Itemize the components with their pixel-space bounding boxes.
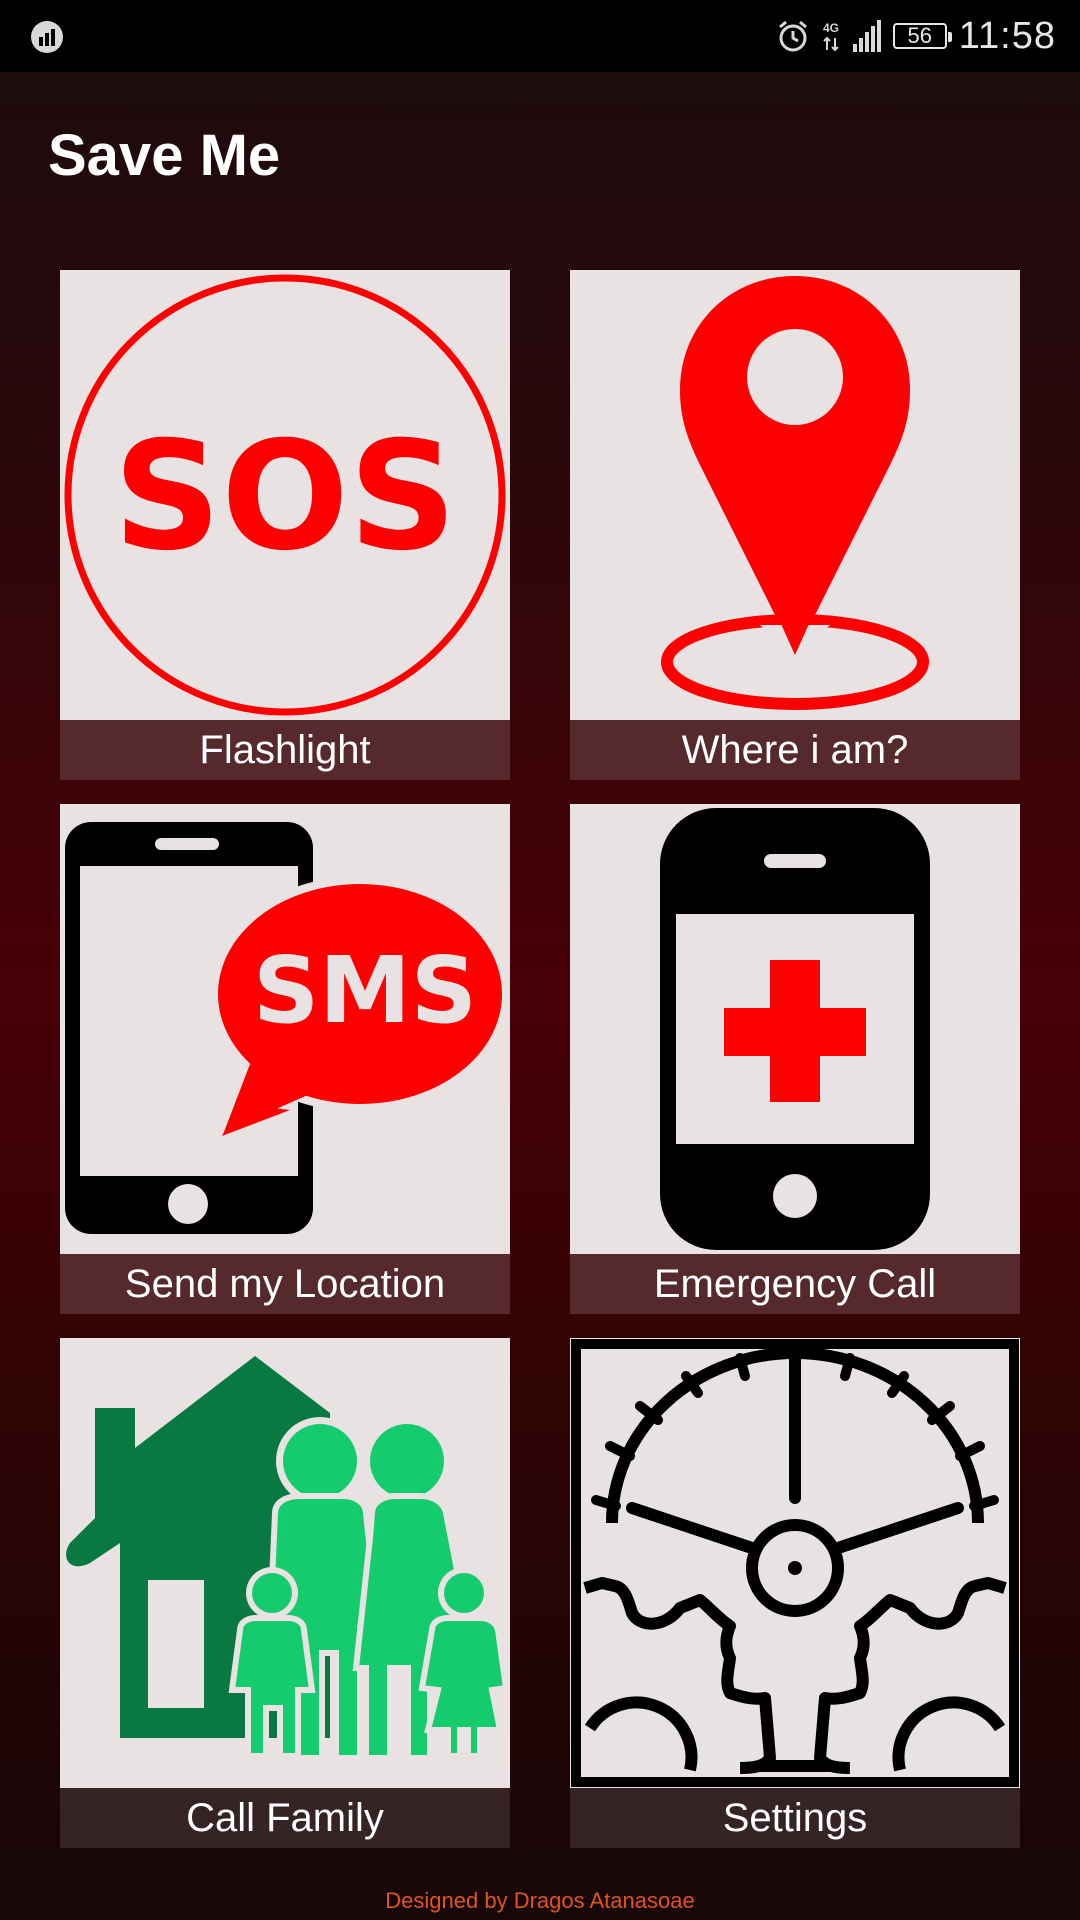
status-time: 11:58: [958, 14, 1056, 57]
flashlight-button[interactable]: SOS Flashlight: [60, 270, 510, 780]
app-title: Save Me: [48, 123, 281, 188]
footer-credit: Designed by Dragos Atanasoae: [385, 1888, 695, 1913]
alarm-icon: [778, 20, 807, 52]
settings-label: Settings: [570, 1788, 1020, 1848]
battery-level: 56: [907, 23, 932, 48]
status-icons: 4G 56 11:58: [775, 12, 1056, 60]
svg-text:SOS: SOS: [113, 410, 457, 584]
svg-text:4G: 4G: [823, 21, 839, 35]
family-house-icon: [60, 1338, 510, 1788]
send-location-label: Send my Location: [60, 1254, 510, 1314]
signal-icon: [852, 20, 881, 52]
call-family-button[interactable]: Call Family: [60, 1338, 510, 1848]
network-4g-icon: 4G: [823, 21, 839, 52]
settings-button[interactable]: Settings: [570, 1338, 1020, 1848]
app-status-icon: [31, 21, 63, 53]
emergency-call-label: Emergency Call: [570, 1254, 1020, 1314]
send-location-button[interactable]: SMS Send my Location: [60, 804, 510, 1314]
phone-medical-icon: [570, 804, 1020, 1254]
where-am-i-button[interactable]: Where i am?: [570, 270, 1020, 780]
battery-icon: 56: [892, 23, 952, 49]
sos-icon: SOS: [60, 270, 510, 720]
status-bar: 4G 56 11:58: [0, 0, 1080, 72]
emergency-call-button[interactable]: Emergency Call: [570, 804, 1020, 1314]
where-am-i-label: Where i am?: [570, 720, 1020, 780]
location-pin-icon: [570, 270, 1020, 720]
flashlight-label: Flashlight: [60, 720, 510, 780]
svg-text:SMS: SMS: [253, 937, 477, 1044]
call-family-label: Call Family: [60, 1788, 510, 1848]
gears-icon: [570, 1338, 1020, 1788]
phone-sms-icon: SMS: [60, 804, 510, 1254]
